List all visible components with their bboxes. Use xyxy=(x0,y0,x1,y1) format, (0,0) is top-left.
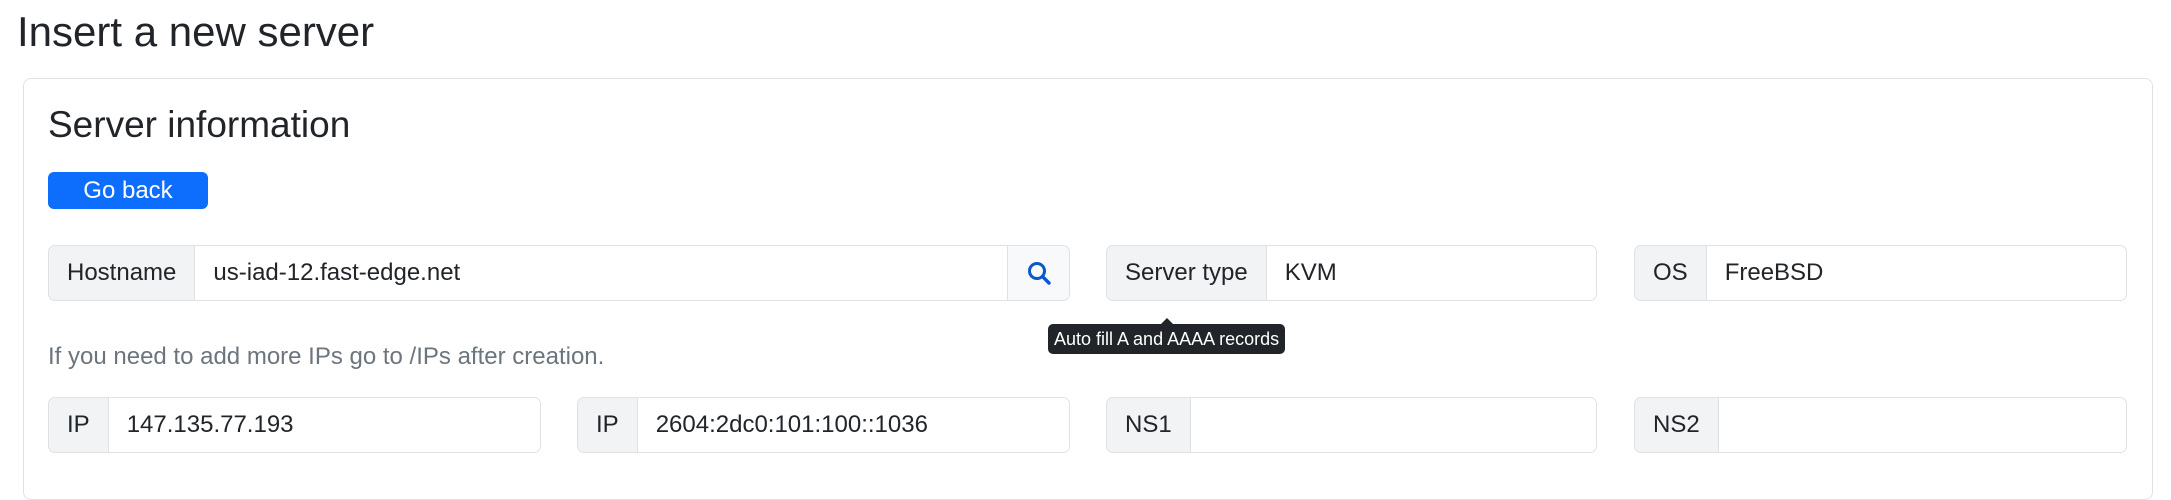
help-text: If you need to add more IPs go to /IPs a… xyxy=(48,343,605,370)
autofill-records-button[interactable] xyxy=(1008,245,1070,301)
search-icon xyxy=(1027,262,1051,285)
autofill-tooltip: Auto fill A and AAAA records xyxy=(1048,318,1286,354)
server-type-group: Server type xyxy=(1106,245,1597,301)
ip2-input[interactable] xyxy=(637,397,1070,453)
os-input[interactable] xyxy=(1706,245,2127,301)
ns1-input[interactable] xyxy=(1190,397,1597,453)
hostname-label: Hostname xyxy=(48,245,196,301)
go-back-button[interactable]: Go back xyxy=(48,172,208,209)
ip1-input[interactable] xyxy=(108,397,541,453)
ns1-group: NS1 xyxy=(1106,397,1597,453)
hostname-group: Hostname xyxy=(48,245,1070,301)
ip1-label: IP xyxy=(48,397,109,453)
ip1-group: IP xyxy=(48,397,541,453)
ns2-group: NS2 xyxy=(1634,397,2127,453)
ns2-input[interactable] xyxy=(1718,397,2127,453)
page-title: Insert a new server xyxy=(17,8,375,55)
ns2-label: NS2 xyxy=(1634,397,1719,453)
card-title: Server information xyxy=(48,104,351,145)
os-label: OS xyxy=(1634,245,1707,301)
ip2-label: IP xyxy=(577,397,638,453)
ns1-label: NS1 xyxy=(1106,397,1191,453)
hostname-input[interactable] xyxy=(195,245,1008,301)
server-type-input[interactable] xyxy=(1266,245,1597,301)
os-group: OS xyxy=(1634,245,2127,301)
server-type-label: Server type xyxy=(1106,245,1267,301)
ip2-group: IP xyxy=(577,397,1070,453)
